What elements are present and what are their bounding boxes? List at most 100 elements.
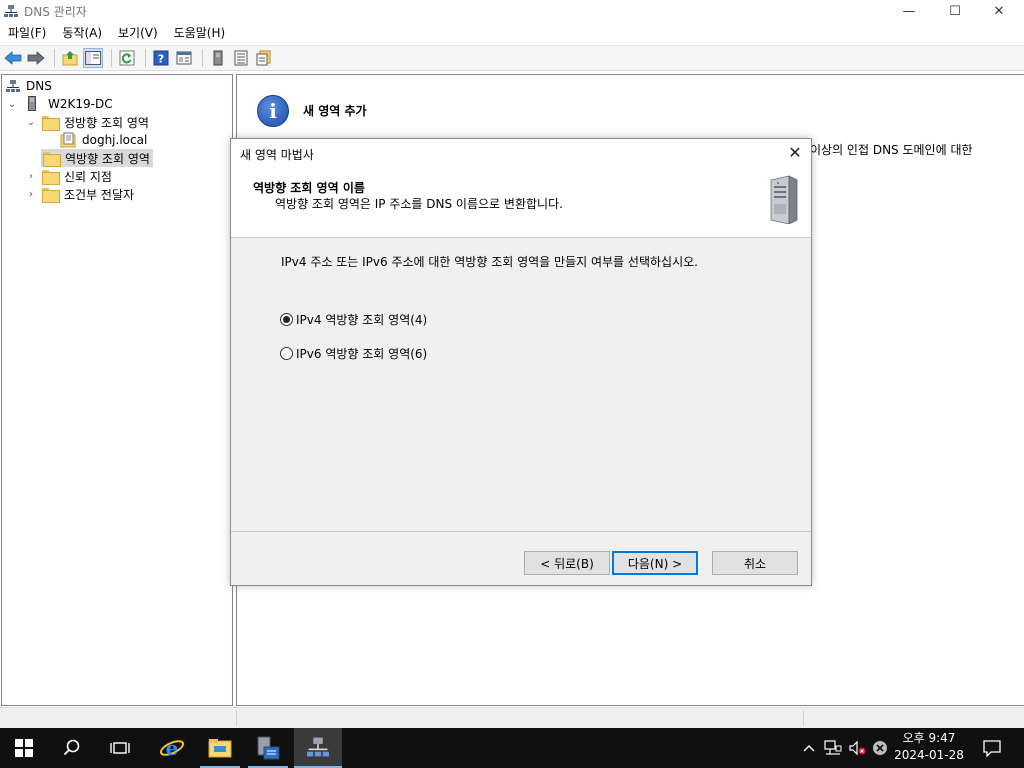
tree-item-label: 신뢰 지점 [64,169,112,184]
refresh-icon[interactable] [117,48,137,68]
tree-item-label: W2K19-DC [48,97,113,111]
svg-text:?: ? [158,53,164,66]
minimize-button[interactable]: — [886,0,932,22]
server-manager-button[interactable] [244,728,292,768]
file-explorer-button[interactable] [196,728,244,768]
menu-action[interactable]: 동작(A) [54,22,110,44]
taskbar: e 오후 9:47 2024-01-28 [0,728,1024,768]
show-hidden-icons-button[interactable] [800,728,818,768]
volume-muted-icon [849,740,866,756]
svg-text:e: e [166,736,179,760]
dialog-title-bar: 새 영역 마법사 ✕ [231,139,811,169]
ipv6-radio-button[interactable] [280,347,293,360]
server-icon[interactable] [208,48,228,68]
folder-icon [42,169,60,185]
tree-item-reverse-zones[interactable]: 역방향 조회 영역 [41,149,153,167]
file-explorer-icon [208,739,232,758]
folder-icon [42,115,60,131]
action-center-button[interactable] [978,728,1006,768]
ipv6-option-label: IPv6 역방향 조회 영역(6) [296,347,428,361]
status-divider [236,710,237,726]
cancel-button[interactable]: 취소 [712,551,798,575]
status-divider [803,710,804,726]
dns-root-icon [6,79,22,93]
chevron-right-icon[interactable]: › [25,170,37,182]
server-icon [28,96,42,112]
server-manager-icon [257,736,280,760]
dialog-header-subtitle: 역방향 조회 영역은 IP 주소를 DNS 이름으로 변환합니다. [275,197,563,211]
dialog-close-icon[interactable]: ✕ [787,145,803,161]
info-title: 새 영역 추가 [303,104,367,118]
toolbar-separator [202,49,203,67]
notification-error-tray-button[interactable] [870,728,890,768]
clock-time: 오후 9:47 [902,731,956,745]
dialog-separator [231,531,811,532]
clock-date: 2024-01-28 [894,748,964,762]
chevron-down-icon[interactable]: ⌄ [25,116,37,128]
export-icon[interactable] [254,48,274,68]
close-button[interactable]: ✕ [976,0,1022,22]
zone-file-icon [60,132,76,148]
tree-pane: DNS ⌄ W2K19-DC ⌄ 정방향 조회 영역 doghj.local 역… [1,74,233,706]
dns-manager-icon [4,4,18,18]
info-icon: i [257,95,289,127]
help-icon[interactable]: ? [151,48,171,68]
tree-item-conditional-forwarders[interactable]: › 조건부 전달자 [25,185,134,203]
tree-item-zone[interactable]: doghj.local [60,131,147,149]
search-button[interactable] [48,728,96,768]
menu-view[interactable]: 보기(V) [110,22,166,44]
properties-icon[interactable] [174,48,194,68]
start-button[interactable] [0,728,48,768]
next-button[interactable]: 다음(N) > [612,551,698,575]
task-view-button[interactable] [96,728,144,768]
dns-manager-taskbar-button[interactable] [294,728,342,768]
title-bar: DNS 관리자 — ☐ ✕ [0,0,1024,22]
forward-arrow-icon[interactable] [26,48,46,68]
tree-item-forward-zones[interactable]: ⌄ 정방향 조회 영역 [25,113,149,131]
error-circle-icon [873,741,887,755]
up-folder-icon[interactable] [60,48,80,68]
tree-item-label: DNS [26,79,52,93]
tree-item-label: doghj.local [82,133,148,147]
window-title: DNS 관리자 [24,4,87,19]
tree-item-label: 역방향 조회 영역 [65,151,150,166]
internet-explorer-icon: e [159,736,185,760]
maximize-button[interactable]: ☐ [932,0,978,22]
network-icon [824,740,842,755]
tree-item-dns[interactable]: DNS [6,77,52,95]
menu-file[interactable]: 파일(F) [0,22,54,44]
status-bar [0,707,1024,728]
dns-manager-icon [307,737,329,757]
menu-help[interactable]: 도움말(H) [166,22,234,44]
ipv6-reverse-zone-option[interactable]: IPv6 역방향 조회 영역(6) [280,345,427,362]
ipv4-reverse-zone-option[interactable]: IPv4 역방향 조회 영역(4) [280,311,427,328]
list-icon[interactable] [231,48,251,68]
dialog-header: 역방향 조회 영역 이름 역방향 조회 영역은 IP 주소를 DNS 이름으로 … [231,169,811,238]
toolbar: ? [0,45,1024,71]
dialog-description: IPv4 주소 또는 IPv6 주소에 대한 역방향 조회 영역을 만들지 여부… [281,255,698,269]
chevron-up-icon [803,745,815,752]
back-arrow-icon[interactable] [3,48,23,68]
tree-item-server[interactable]: ⌄ W2K19-DC [6,95,113,113]
chevron-down-icon[interactable]: ⌄ [6,98,18,110]
tree-item-label: 정방향 조회 영역 [64,115,149,130]
internet-explorer-button[interactable]: e [148,728,196,768]
ipv4-radio-button[interactable] [280,313,293,326]
tree-item-trust-points[interactable]: › 신뢰 지점 [25,167,112,185]
chevron-right-icon[interactable]: › [25,188,37,200]
server-tower-icon [765,174,799,225]
content-text: 이상의 인접 DNS 도메인에 대한 [810,143,973,157]
tree-item-label: 조건부 전달자 [64,187,135,202]
volume-tray-button[interactable] [846,728,868,768]
menu-bar: 파일(F) 동작(A) 보기(V) 도움말(H) [0,22,1024,44]
toolbar-separator [145,49,146,67]
search-icon [63,739,80,756]
dialog-header-title: 역방향 조회 영역 이름 [253,181,365,195]
show-hide-tree-icon[interactable] [83,48,103,68]
back-button[interactable]: < 뒤로(B) [524,551,610,575]
clock[interactable]: 오후 9:47 2024-01-28 [888,730,970,766]
folder-icon [42,187,60,203]
folder-icon [43,151,61,167]
toolbar-separator [54,49,55,67]
network-tray-button[interactable] [822,728,844,768]
